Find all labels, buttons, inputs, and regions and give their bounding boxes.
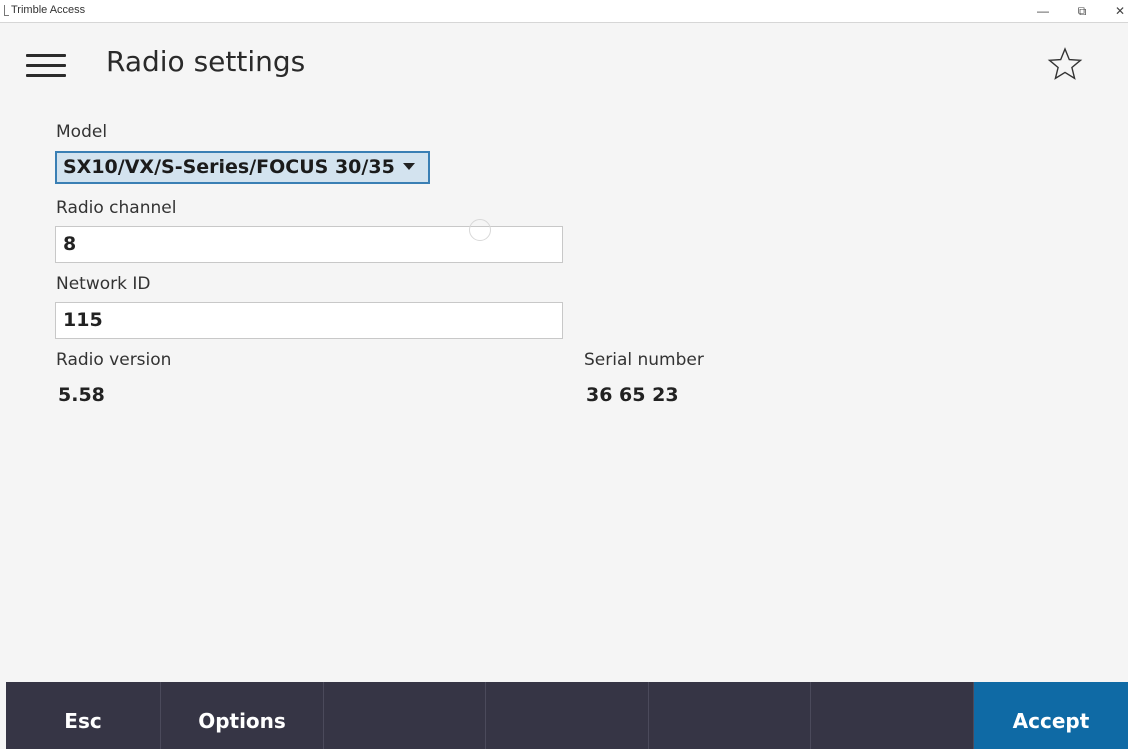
title-bar: Trimble Access — ⧉ ✕ xyxy=(0,0,1128,23)
softkey-empty-4[interactable] xyxy=(811,682,974,749)
chevron-down-icon xyxy=(402,163,415,170)
radio-version-label: Radio version xyxy=(56,350,172,370)
app-icon xyxy=(4,5,9,16)
busy-indicator-icon xyxy=(469,219,491,241)
hamburger-menu-icon[interactable] xyxy=(26,54,66,78)
network-id-field[interactable]: 115 xyxy=(55,302,563,339)
model-dropdown[interactable]: SX10/VX/S-Series/FOCUS 30/35 xyxy=(55,151,430,184)
softkey-empty-2[interactable] xyxy=(486,682,649,749)
softkey-empty-1[interactable] xyxy=(324,682,486,749)
radio-channel-label: Radio channel xyxy=(56,198,177,218)
esc-button[interactable]: Esc xyxy=(6,682,161,749)
accept-button[interactable]: Accept xyxy=(974,682,1128,749)
window-title: Trimble Access xyxy=(11,4,86,16)
softkey-empty-3[interactable] xyxy=(649,682,811,749)
radio-version-value: 5.58 xyxy=(58,384,105,406)
softkey-bar: Esc Options Accept xyxy=(6,682,1128,749)
page-title: Radio settings xyxy=(106,45,306,78)
serial-number-value: 36 65 23 xyxy=(586,384,679,406)
close-button[interactable]: ✕ xyxy=(1100,0,1128,22)
serial-number-label: Serial number xyxy=(584,350,704,370)
minimize-button[interactable]: — xyxy=(1023,0,1063,22)
maximize-button[interactable]: ⧉ xyxy=(1062,0,1102,22)
app-window: Trimble Access — ⧉ ✕ Radio settings Mode… xyxy=(0,0,1128,749)
options-button[interactable]: Options xyxy=(161,682,324,749)
model-label: Model xyxy=(56,122,108,142)
network-id-label: Network ID xyxy=(56,274,151,294)
model-dropdown-value: SX10/VX/S-Series/FOCUS 30/35 xyxy=(63,156,395,178)
star-outline-icon[interactable] xyxy=(1045,45,1085,85)
